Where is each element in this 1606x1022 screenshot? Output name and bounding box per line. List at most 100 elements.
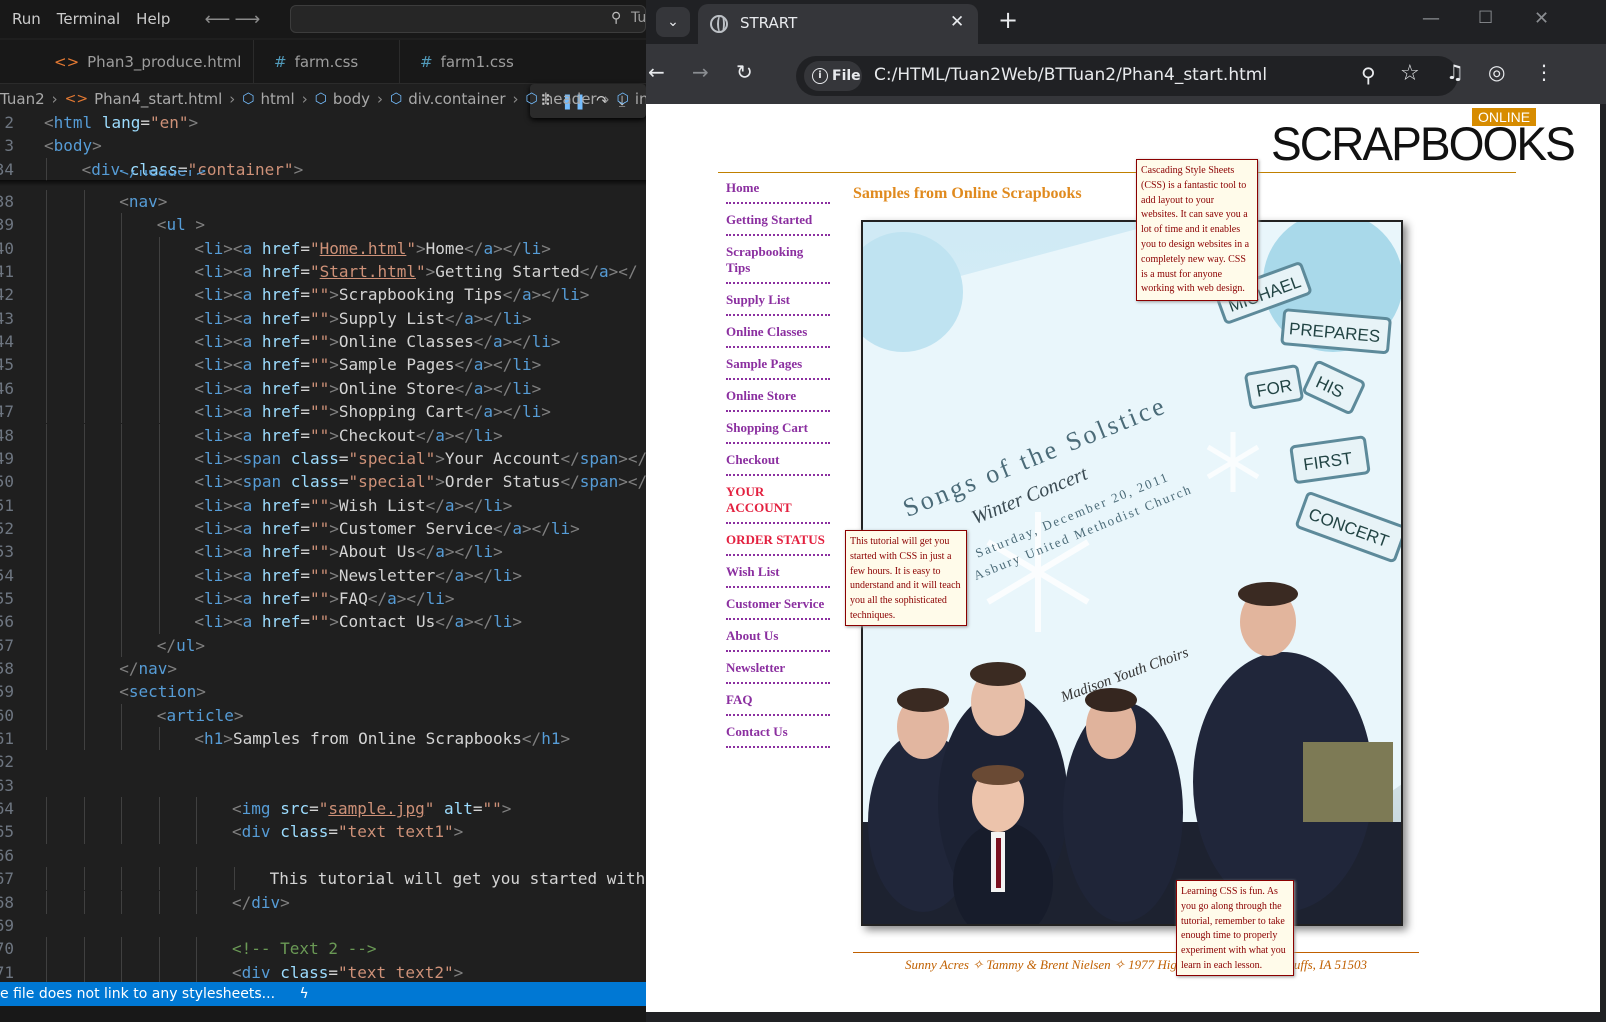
reload-icon[interactable]: ↻ <box>736 60 753 84</box>
breadcrumb-file[interactable]: Phan4_start.html <box>94 90 222 108</box>
code-line[interactable]: 39 <ul > <box>0 213 646 237</box>
breadcrumb-html[interactable]: html <box>261 90 295 108</box>
code-line[interactable]: 2 <html lang="en"> <box>0 111 646 134</box>
close-window-icon[interactable]: ✕ <box>1534 8 1549 29</box>
nav-link-customer-service[interactable]: Customer Service <box>726 592 830 620</box>
new-tab-plus-icon[interactable]: + <box>998 6 1018 34</box>
site-info-chip[interactable]: i File <box>804 61 862 91</box>
code-token: ></ <box>618 448 646 468</box>
nav-link-faq[interactable]: FAQ <box>726 688 830 716</box>
url-text[interactable]: C:/HTML/Tuan2Web/BTTuan2/Phan4_start.htm… <box>874 65 1267 85</box>
close-tab-icon[interactable]: ✕ <box>950 12 964 32</box>
breadcrumb-header[interactable]: header <box>544 90 597 108</box>
nav-link-newsletter[interactable]: Newsletter <box>726 656 830 684</box>
code-line[interactable]: 60 <article> <box>0 703 646 728</box>
code-line[interactable]: 69 <box>0 914 646 937</box>
nav-link-home[interactable]: Home <box>726 176 830 204</box>
code-line[interactable]: 50<li><span class="special">Order Status… <box>0 470 646 494</box>
code-line[interactable]: 71 <div class="text text2"> <box>0 960 646 984</box>
tab-farm1-css[interactable]: # farm1.css <box>402 40 532 84</box>
code-token: >< <box>223 332 243 352</box>
tab-phan3-produce[interactable]: <> Phan3_produce.html <box>40 40 254 84</box>
code-line[interactable]: 56<li><a href="">Contact Us</a></li> <box>0 610 646 634</box>
code-line[interactable]: 43<li><a href="">Supply List</a></li> <box>0 306 646 331</box>
menu-help[interactable]: Help <box>128 0 178 38</box>
breadcrumb-folder[interactable]: Tuan2 <box>0 90 45 108</box>
minimize-icon[interactable]: — <box>1422 8 1440 29</box>
code-line[interactable]: 57 </ul> <box>0 633 646 657</box>
nav-link-supply-list[interactable]: Supply List <box>726 288 830 316</box>
forward-arrow-icon[interactable]: ⟶ <box>232 9 262 30</box>
code-line[interactable]: 66 <box>0 844 646 867</box>
nav-link-scrapbooking-tips[interactable]: Scrapbooking Tips <box>726 240 830 284</box>
code-token: <!-- Text 2 --> <box>232 939 377 959</box>
code-line[interactable]: 68 </div> <box>0 890 646 914</box>
menu-run[interactable]: Run <box>0 0 49 38</box>
nav-link-online-classes[interactable]: Online Classes <box>726 320 830 348</box>
media-controls-icon[interactable]: ♫ <box>1446 60 1464 84</box>
forward-icon[interactable]: → <box>692 60 709 84</box>
code-line[interactable]: 45<li><a href="">Sample Pages</a></li> <box>0 353 646 377</box>
code-line[interactable]: 52<li><a href="">Customer Service</a></l… <box>0 516 646 541</box>
code-line[interactable]: 58 </nav> <box>0 657 646 681</box>
css-hash-icon: # <box>420 53 433 71</box>
code-line[interactable]: 46<li><a href="">Online Store</a></li> <box>0 376 646 401</box>
profile-icon[interactable]: ◎ <box>1488 60 1505 84</box>
nav-link-checkout[interactable]: Checkout <box>726 448 830 476</box>
code-line[interactable]: 54<li><a href="">Newsletter</a></li> <box>0 563 646 587</box>
code-line[interactable]: 49<li><span class="special">Your Account… <box>0 446 646 471</box>
breadcrumb-more[interactable]: in <box>635 90 646 108</box>
code-line[interactable]: 44<li><a href="">Online Classes</a></li> <box>0 330 646 354</box>
code-line[interactable]: 55<li><a href="">FAQ</a></li> <box>0 586 646 611</box>
code-line[interactable]: 61<h1>Samples from Online Scrapbooks</h1… <box>0 727 646 751</box>
tab-search-chevron-icon[interactable]: ⌄ <box>656 7 690 37</box>
bookmark-star-icon[interactable]: ☆ <box>1400 61 1420 86</box>
code-line[interactable]: 53<li><a href="">About Us</a></li> <box>0 540 646 564</box>
tab-farm-css[interactable]: # farm.css <box>256 40 400 84</box>
code-line[interactable]: 67 This tutorial will get you started wit… <box>0 867 646 891</box>
code-token: a <box>242 238 253 258</box>
code-line[interactable]: 62 <box>0 750 646 773</box>
nav-link-about-us[interactable]: About Us <box>726 624 830 652</box>
back-icon[interactable]: ← <box>648 60 665 84</box>
menu-kebab-icon[interactable]: ⋮ <box>1534 60 1554 84</box>
zoom-icon[interactable]: ⚲ <box>1361 63 1376 87</box>
code-line[interactable]: 59 <section> <box>0 680 646 704</box>
code-line[interactable]: 3 <body> <box>0 134 646 157</box>
code-line[interactable]: 40<li><a href="Home.html">Home</a></li> <box>0 236 646 261</box>
nav-link-contact-us[interactable]: Contact Us <box>726 720 830 748</box>
line-number: 50 <box>0 472 14 492</box>
command-center-search[interactable]: ⚲ Tu <box>290 5 646 33</box>
breadcrumb-div-container[interactable]: div.container <box>408 90 505 108</box>
code-line[interactable]: 47<li><a href="">Shopping Cart</a></li> <box>0 400 646 424</box>
nav-link-sample-pages[interactable]: Sample Pages <box>726 352 830 380</box>
nav-link-getting-started[interactable]: Getting Started <box>726 208 830 236</box>
browser-tab[interactable]: STRART ✕ <box>698 4 978 44</box>
nav-link-shopping-cart[interactable]: Shopping Cart <box>726 416 830 444</box>
nav-link-wish-list[interactable]: Wish List <box>726 560 830 588</box>
code-text: <section> <box>119 680 206 703</box>
code-line[interactable]: 63 <box>0 774 646 797</box>
menu-terminal[interactable]: Terminal <box>49 0 128 38</box>
status-message[interactable]: e file does not link to any stylesheets.… <box>0 986 275 1002</box>
code-line[interactable]: 42<li><a href="">Scrapbooking Tips</a></… <box>0 283 646 307</box>
back-arrow-icon[interactable]: ⟵ <box>202 9 232 30</box>
nav-link-your-account: Your Account <box>726 480 830 524</box>
code-line[interactable]: 41<li><a href="Start.html">Getting Start… <box>0 260 646 284</box>
address-bar[interactable]: i File C:/HTML/Tuan2Web/BTTuan2/Phan4_sta… <box>796 56 1458 96</box>
code-line[interactable]: 51<li><a href="">Wish List</a></li> <box>0 493 646 517</box>
maximize-icon[interactable]: ☐ <box>1478 8 1493 28</box>
code-line[interactable]: 38 <nav> <box>0 190 646 214</box>
indent-guide <box>121 586 123 611</box>
breadcrumb-body[interactable]: body <box>333 90 370 108</box>
code-editor[interactable]: 2<html lang="en">3<body>34<div class="co… <box>0 111 646 984</box>
code-line[interactable]: 64<img src="sample.jpg" alt=""> <box>0 797 646 821</box>
nav-link-online-store[interactable]: Online Store <box>726 384 830 412</box>
code-line[interactable]: 70 <!-- Text 2 --> <box>0 937 646 961</box>
lightning-icon[interactable]: ϟ <box>299 986 308 1002</box>
code-token: span <box>242 472 282 492</box>
code-line[interactable]: 65 <div class="text text1"> <box>0 820 646 844</box>
code-line[interactable]: 48<li><a href="">Checkout</a></li> <box>0 423 646 447</box>
